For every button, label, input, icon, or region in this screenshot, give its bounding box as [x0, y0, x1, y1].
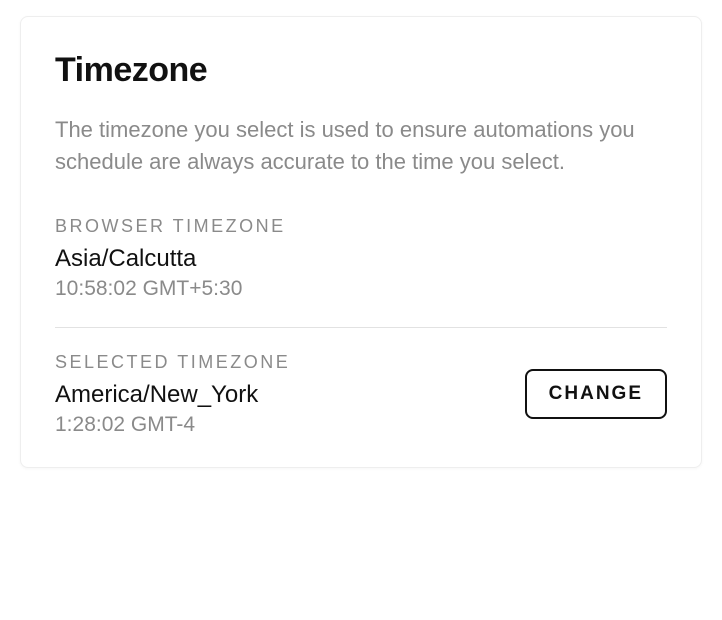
browser-timezone-time: 10:58:02 GMT+5:30 [55, 277, 667, 301]
selected-timezone-value: America/New_York [55, 381, 525, 409]
selected-timezone-info: SELECTED TIMEZONE America/New_York 1:28:… [55, 352, 525, 437]
section-divider [55, 327, 667, 328]
browser-timezone-label: BROWSER TIMEZONE [55, 216, 667, 237]
card-title: Timezone [55, 51, 667, 90]
change-button[interactable]: CHANGE [525, 369, 667, 419]
selected-timezone-label: SELECTED TIMEZONE [55, 352, 525, 373]
browser-timezone-value: Asia/Calcutta [55, 245, 667, 273]
browser-timezone-section: BROWSER TIMEZONE Asia/Calcutta 10:58:02 … [55, 216, 667, 301]
timezone-card: Timezone The timezone you select is used… [20, 16, 702, 468]
selected-timezone-time: 1:28:02 GMT-4 [55, 413, 525, 437]
card-description: The timezone you select is used to ensur… [55, 114, 667, 178]
selected-timezone-section: SELECTED TIMEZONE America/New_York 1:28:… [55, 352, 667, 437]
browser-timezone-info: BROWSER TIMEZONE Asia/Calcutta 10:58:02 … [55, 216, 667, 301]
